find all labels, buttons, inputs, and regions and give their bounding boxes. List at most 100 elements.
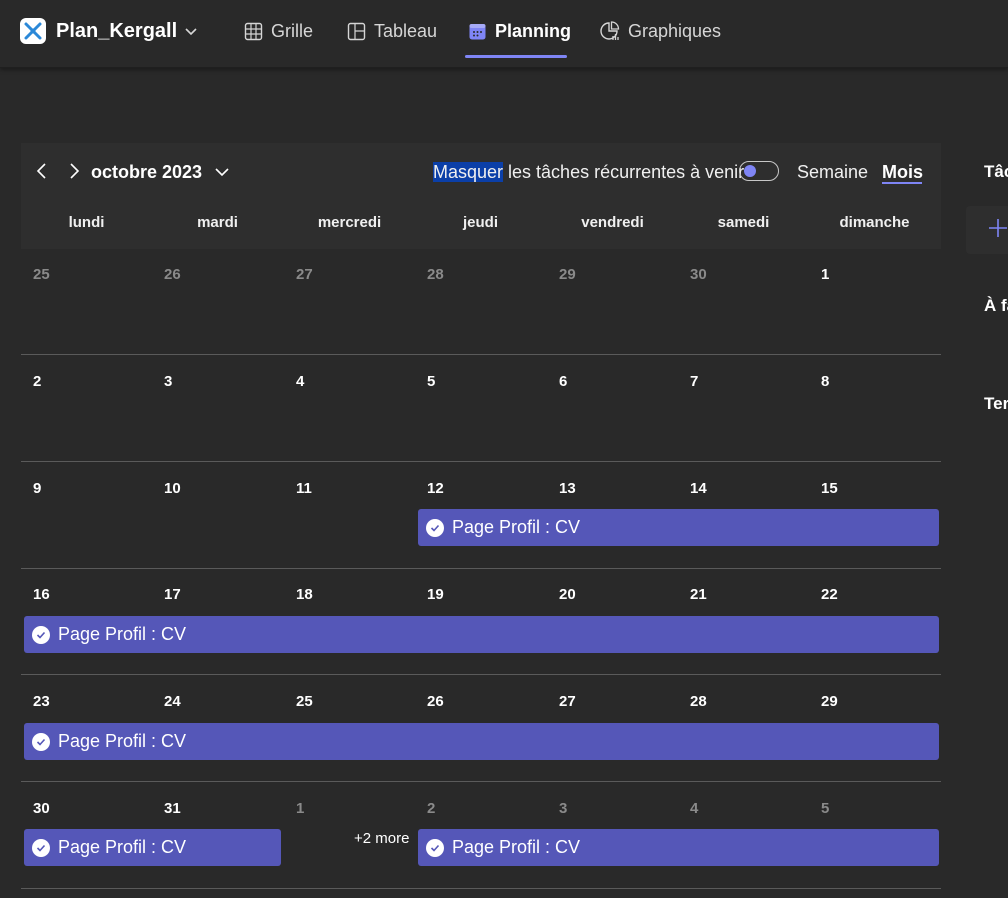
day-number[interactable]: 28	[427, 266, 444, 284]
task-title: Page Profil : CV	[452, 837, 581, 857]
day-number[interactable]: 30	[690, 266, 707, 284]
task-event[interactable]: Page Profil : CV	[24, 616, 939, 653]
tab-tableau[interactable]: Tableau	[347, 16, 437, 46]
plus-icon[interactable]	[986, 216, 1008, 240]
chevron-right-icon[interactable]	[64, 160, 84, 182]
day-number[interactable]: 14	[690, 480, 707, 498]
day-number[interactable]: 8	[821, 373, 829, 391]
active-tab-indicator	[465, 55, 567, 58]
weekday-label: dimanche	[839, 214, 910, 231]
tab-label: Tableau	[374, 20, 438, 41]
day-number[interactable]: 2	[427, 800, 435, 818]
day-number[interactable]: 9	[33, 480, 41, 498]
chevron-down-icon[interactable]	[212, 162, 232, 182]
board-icon	[347, 22, 366, 40]
chevron-down-icon[interactable]	[182, 22, 200, 40]
day-number[interactable]: 4	[296, 373, 304, 391]
day-number[interactable]: 19	[427, 586, 444, 604]
day-number[interactable]: 21	[690, 586, 707, 604]
day-number[interactable]: 3	[164, 373, 172, 391]
weekday-label: samedi	[717, 214, 770, 231]
task-title: Page Profil : CV	[58, 731, 187, 751]
view-month-button[interactable]: Mois	[882, 160, 923, 184]
tab-label: Grille	[271, 20, 314, 41]
day-number[interactable]: 17	[164, 586, 181, 604]
tab-label: Graphiques	[628, 20, 722, 41]
check-circle-icon	[426, 838, 444, 857]
check-circle-icon	[32, 625, 50, 644]
task-title: Page Profil : CV	[58, 624, 187, 644]
task-event[interactable]: Page Profil : CV	[418, 509, 939, 546]
day-number[interactable]: 24	[164, 693, 181, 711]
day-number[interactable]: 28	[690, 693, 707, 711]
app-title[interactable]: Plan_Kergall	[56, 18, 177, 44]
week-separator	[21, 354, 941, 355]
week-separator	[21, 568, 941, 569]
toggle-knob	[744, 165, 756, 177]
tab-label: Planning	[495, 20, 571, 41]
side-section-done[interactable]: Ter	[984, 394, 1008, 414]
side-panel-title: Tâc	[984, 162, 1008, 181]
day-number[interactable]: 27	[296, 266, 313, 284]
weekday-label: lundi	[68, 214, 105, 231]
day-number[interactable]: 29	[821, 693, 838, 711]
task-event[interactable]: Page Profil : CV	[418, 829, 939, 866]
check-circle-icon	[426, 518, 444, 537]
chevron-left-icon[interactable]	[32, 160, 52, 182]
calendar-header	[21, 143, 941, 249]
day-number[interactable]: 3	[559, 800, 567, 818]
day-number[interactable]: 5	[427, 373, 435, 391]
weekday-label: jeudi	[462, 214, 498, 231]
task-event[interactable]: Page Profil : CV	[24, 723, 939, 760]
day-number[interactable]: 12	[427, 480, 444, 498]
check-circle-icon	[32, 732, 50, 751]
weekday-label: mercredi	[317, 214, 382, 231]
week-separator	[21, 674, 941, 675]
day-number[interactable]: 31	[164, 800, 181, 818]
day-number[interactable]: 10	[164, 480, 181, 498]
week-separator	[21, 888, 941, 889]
day-number[interactable]: 7	[690, 373, 698, 391]
day-number[interactable]: 4	[690, 800, 698, 818]
day-number[interactable]: 11	[296, 480, 312, 498]
planner-logo-icon	[24, 22, 42, 40]
week-separator	[21, 461, 941, 462]
day-number[interactable]: 26	[427, 693, 444, 711]
chart-icon	[600, 21, 620, 40]
day-number[interactable]: 1	[296, 800, 304, 818]
tab-graphiques[interactable]: Graphiques	[600, 16, 721, 46]
day-number[interactable]: 22	[821, 586, 838, 604]
day-number[interactable]: 2	[33, 373, 41, 391]
grid-icon	[244, 22, 263, 40]
weekday-label: mardi	[197, 214, 238, 231]
view-week-button[interactable]: Semaine	[797, 160, 868, 184]
day-number[interactable]: 1	[821, 266, 829, 284]
tab-planning[interactable]: Planning	[468, 16, 571, 46]
day-number[interactable]: 15	[821, 480, 838, 498]
recurring-tasks-toggle[interactable]	[739, 161, 779, 181]
day-number[interactable]: 23	[33, 693, 50, 711]
task-event[interactable]: Page Profil : CV	[24, 829, 281, 866]
day-number[interactable]: 30	[33, 800, 50, 818]
day-number[interactable]: 13	[559, 480, 576, 498]
app-logo[interactable]	[20, 18, 46, 44]
day-number[interactable]: 29	[559, 266, 576, 284]
day-number[interactable]: 5	[821, 800, 829, 818]
day-number[interactable]: 25	[296, 693, 313, 711]
tab-grille[interactable]: Grille	[244, 16, 313, 46]
day-number[interactable]: 25	[33, 266, 50, 284]
day-number[interactable]: 16	[33, 586, 50, 604]
more-events-link[interactable]: +2 more	[354, 830, 409, 847]
month-label[interactable]: octobre 2023	[91, 160, 202, 184]
recurring-tasks-label: Masquer les tâches récurrentes à venir	[433, 160, 744, 184]
day-number[interactable]: 27	[559, 693, 576, 711]
day-number[interactable]: 18	[296, 586, 313, 604]
recurring-tasks-text: les tâches récurrentes à venir	[503, 162, 745, 182]
selected-text: Masquer	[433, 162, 504, 182]
task-title: Page Profil : CV	[452, 517, 581, 537]
day-number[interactable]: 20	[559, 586, 576, 604]
day-number[interactable]: 26	[164, 266, 181, 284]
check-circle-icon	[32, 838, 50, 857]
day-number[interactable]: 6	[559, 373, 567, 391]
side-section-todo[interactable]: À fa	[984, 296, 1008, 316]
